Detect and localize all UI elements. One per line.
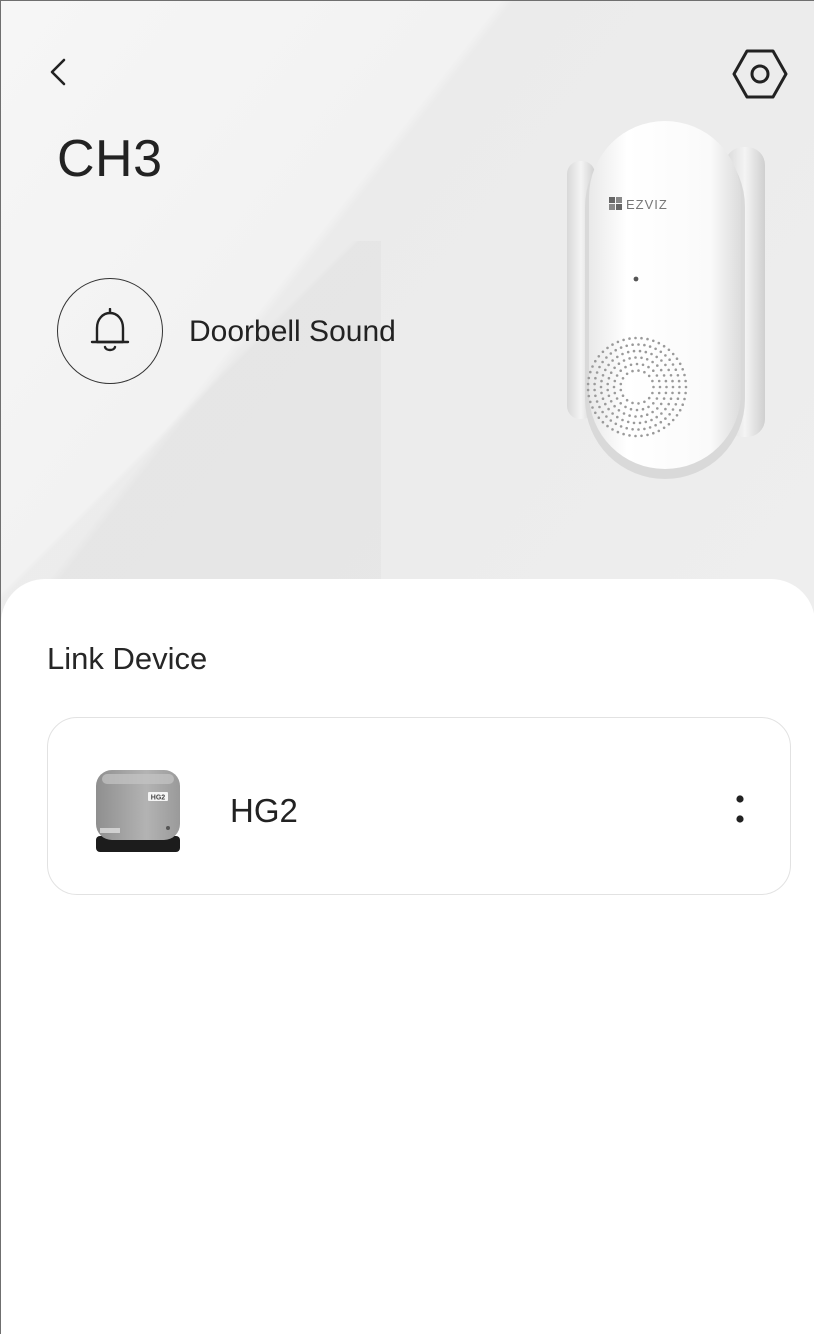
screen: CH3 Doorbell Sound EZVIZ Link Device HG2… [0,0,814,1334]
ezviz-logo: EZVIZ [609,197,668,212]
doorbell-sound-label: Doorbell Sound [189,315,396,348]
link-device-panel [1,579,814,1334]
svg-text:HG2: HG2 [151,795,166,802]
doorbell-sound-button[interactable] [57,278,163,384]
chime-device-image: EZVIZ [567,121,765,479]
device-title: CH3 [57,130,163,188]
device-more-button[interactable] [720,784,760,834]
chevron-left-icon [50,58,66,86]
svg-text:EZVIZ: EZVIZ [626,197,668,212]
linked-device-card[interactable]: HG2 HG2 [47,717,791,895]
more-vertical-icon [736,795,744,823]
hex-gear-icon [732,49,788,99]
link-device-heading: Link Device [47,641,208,676]
settings-button[interactable] [731,47,789,101]
linked-device-name: HG2 [230,792,298,829]
hg2-device-thumbnail: HG2 [96,770,180,852]
back-button[interactable] [47,47,87,97]
bell-icon [90,308,130,352]
